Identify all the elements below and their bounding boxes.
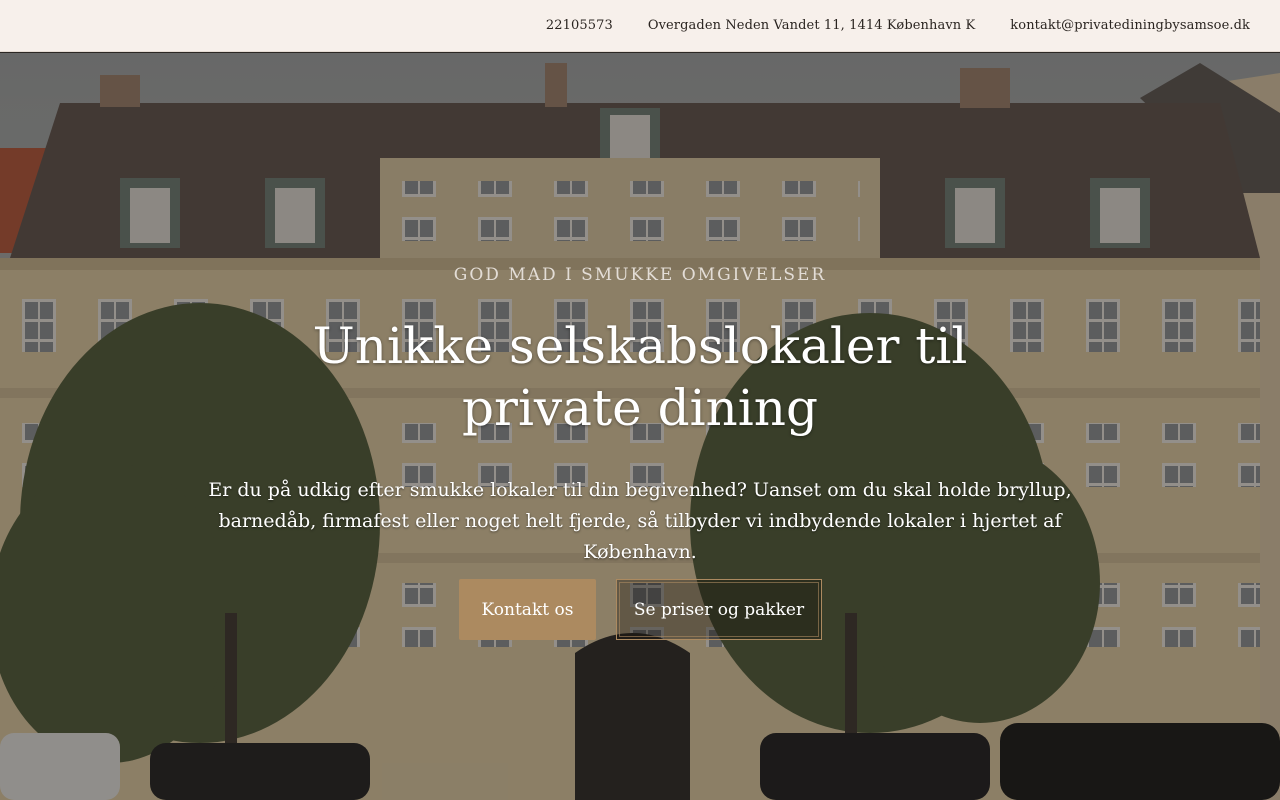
hero-content: GOD MAD I SMUKKE OMGIVELSER Unikke selsk… bbox=[0, 53, 1280, 800]
hero-lead-text: Er du på udkig efter smukke lokaler til … bbox=[208, 479, 1072, 563]
address-link[interactable]: Overgaden Neden Vandet 11, 1414 Københav… bbox=[648, 18, 975, 33]
phone-link[interactable]: 22105573 bbox=[546, 18, 613, 33]
contact-button[interactable]: Kontakt os bbox=[459, 579, 596, 640]
email-link[interactable]: kontakt@privatediningbysamsoe.dk bbox=[1010, 18, 1250, 33]
hero-title: Unikke selskabslokaler til private dinin… bbox=[312, 317, 968, 437]
hero-section: GOD MAD I SMUKKE OMGIVELSER Unikke selsk… bbox=[0, 53, 1280, 800]
top-contact-bar: 22105573 Overgaden Neden Vandet 11, 1414… bbox=[0, 0, 1280, 52]
prices-packages-button[interactable]: Se priser og pakker bbox=[616, 579, 822, 640]
hero-eyebrow: GOD MAD I SMUKKE OMGIVELSER bbox=[453, 265, 827, 285]
